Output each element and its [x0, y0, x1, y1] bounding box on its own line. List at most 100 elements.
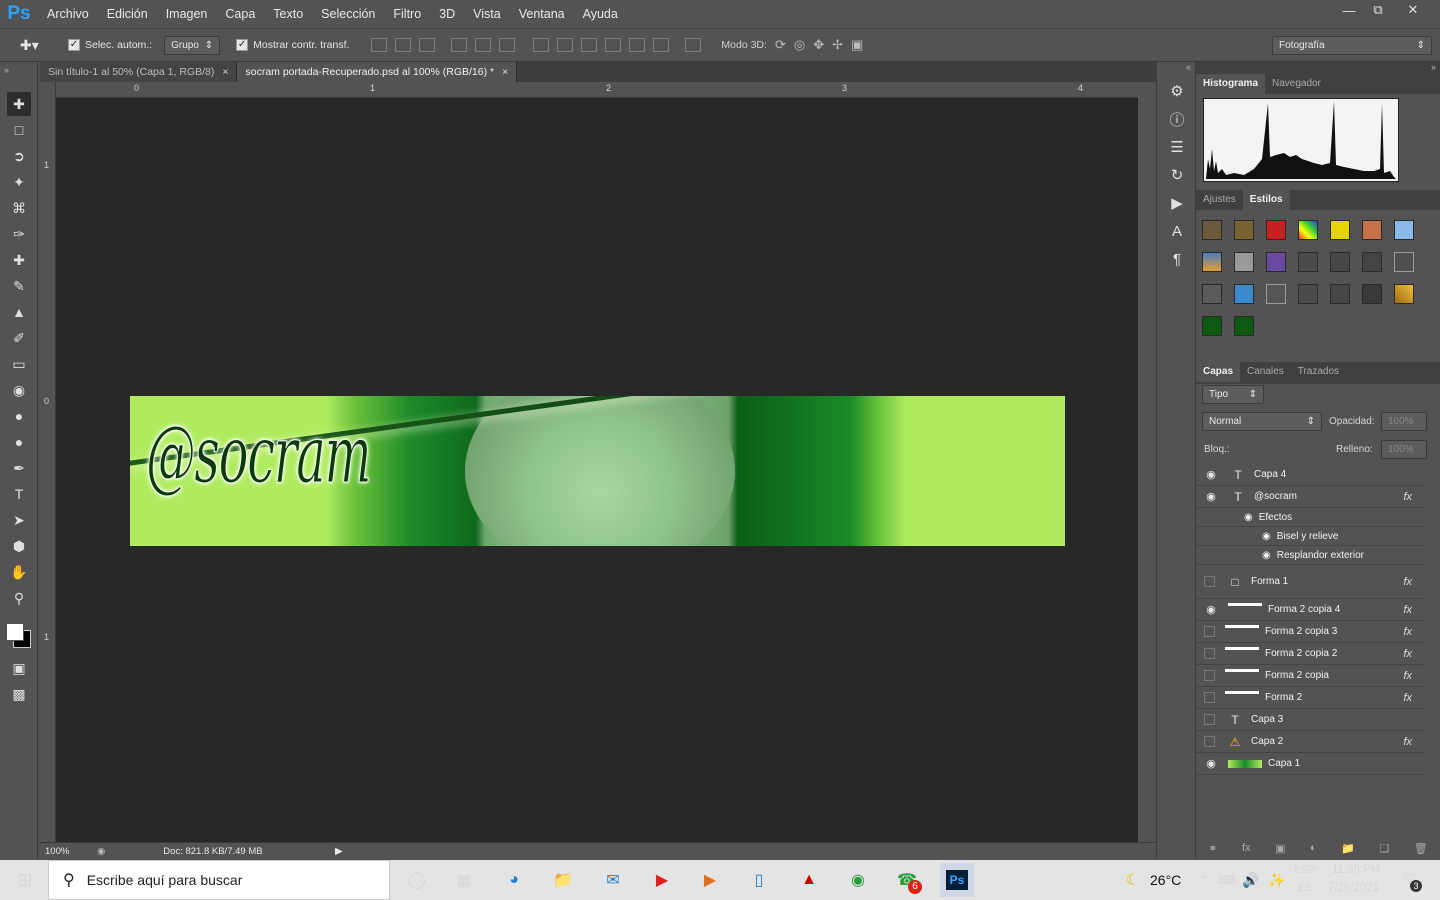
distribute-hcenter-icon[interactable] [629, 38, 646, 52]
link-layers-icon[interactable]: ⚭ [1208, 842, 1217, 859]
cortana-icon[interactable]: ◯ [404, 868, 430, 892]
menu-capa[interactable]: Capa [216, 0, 264, 28]
video-app-icon[interactable]: ▶ [697, 868, 723, 892]
lang-top[interactable]: ESP [1294, 864, 1316, 876]
style-swatch[interactable] [1266, 284, 1286, 304]
fx-icon[interactable]: fx [1403, 491, 1412, 503]
eye-hidden-icon[interactable] [1204, 648, 1215, 659]
layer-row[interactable]: Forma 2 copia fx [1196, 665, 1424, 687]
move-tool-preset-icon[interactable]: ✚▾ [20, 37, 58, 54]
style-swatch[interactable] [1394, 252, 1414, 272]
add-mask-icon[interactable]: ▣ [1275, 842, 1285, 859]
zoom-level[interactable]: 100% [45, 846, 93, 857]
eye-icon[interactable]: ◉ [1204, 469, 1218, 481]
fx-icon[interactable]: fx [1403, 626, 1412, 638]
eye-icon[interactable]: ◉ [1244, 512, 1253, 523]
align-bottom-icon[interactable] [419, 38, 436, 52]
layer-row[interactable]: ◉ Capa 1 [1196, 753, 1424, 775]
menu-texto[interactable]: Texto [264, 0, 312, 28]
fx-icon[interactable]: fx [1403, 576, 1412, 588]
brush-tool-icon[interactable]: ✎ [7, 274, 31, 298]
new-group-icon[interactable]: 📁 [1341, 842, 1355, 859]
style-swatch[interactable] [1394, 284, 1414, 304]
menu-vista[interactable]: Vista [464, 0, 510, 28]
volume-icon[interactable]: 🔊 [1238, 868, 1264, 892]
style-swatch[interactable] [1298, 252, 1318, 272]
quick-select-tool-icon[interactable]: ✦ [7, 170, 31, 194]
tab-socram-portada[interactable]: socram portada-Recuperado.psd al 100% (R… [237, 62, 518, 82]
tab-navegador[interactable]: Navegador [1265, 74, 1328, 94]
style-swatch[interactable] [1298, 284, 1318, 304]
style-swatch[interactable] [1394, 220, 1414, 240]
close-tab-icon[interactable]: × [222, 66, 228, 78]
clock-time[interactable]: 11:36 PM [1332, 864, 1380, 876]
notifications-icon[interactable]: □ 3 [1396, 868, 1422, 892]
lang-bottom[interactable]: ES [1298, 882, 1313, 894]
scale-3d-icon[interactable]: ▣ [851, 37, 863, 53]
crop-tool-icon[interactable]: ⌘ [7, 196, 31, 220]
effects-row[interactable]: ◉ Efectos [1196, 508, 1424, 527]
fx-icon[interactable]: fx [1403, 692, 1412, 704]
close-window-button[interactable]: ✕ [1397, 0, 1429, 20]
menu-archivo[interactable]: Archivo [38, 0, 98, 28]
layer-row[interactable]: □ Forma 1 fx [1196, 565, 1424, 599]
lasso-tool-icon[interactable]: ➲ [7, 144, 31, 168]
stamp-tool-icon[interactable]: ▲ [7, 300, 31, 324]
menu-ventana[interactable]: Ventana [510, 0, 574, 28]
move-tool-icon[interactable]: ✚ [7, 92, 31, 116]
task-view-icon[interactable]: ▦ [451, 868, 477, 892]
fx-icon[interactable]: fx [1403, 736, 1412, 748]
style-swatch[interactable] [1234, 284, 1254, 304]
history-brush-tool-icon[interactable]: ✐ [7, 326, 31, 350]
mail-icon[interactable]: ✉ [600, 868, 626, 892]
align-hcenter-icon[interactable] [475, 38, 492, 52]
adjustment-layer-icon[interactable]: ◐ [1310, 842, 1317, 859]
layer-row[interactable]: Forma 2 copia 3 fx [1196, 621, 1424, 643]
layer-row[interactable]: T Capa 3 [1196, 709, 1424, 731]
collapse-toolbar-icon[interactable]: » [0, 62, 37, 90]
menu-edicion[interactable]: Edición [98, 0, 157, 28]
photoshop-taskbar-icon[interactable]: Ps [940, 863, 974, 897]
weather-icon[interactable]: ☾ [1120, 868, 1146, 892]
menu-filtro[interactable]: Filtro [384, 0, 430, 28]
eye-hidden-icon[interactable] [1204, 736, 1215, 747]
auto-select-dropdown[interactable]: Grupo ⇕ [164, 35, 221, 55]
color-swatches[interactable] [0, 614, 37, 654]
opacity-field[interactable]: 100% [1381, 412, 1427, 431]
paragraph-panel-icon[interactable]: ¶ [1164, 248, 1190, 270]
style-swatch[interactable] [1330, 284, 1350, 304]
delete-layer-icon[interactable]: 🗑 [1414, 842, 1428, 859]
layer-row[interactable]: Forma 2 fx [1196, 687, 1424, 709]
slide-3d-icon[interactable]: ✢ [832, 37, 843, 53]
layer-row[interactable]: ⚠ Capa 2 fx [1196, 731, 1424, 753]
close-tab-icon[interactable]: × [502, 66, 508, 78]
layer-row[interactable]: ◉ Forma 2 copia 4 fx [1196, 599, 1424, 621]
eye-icon[interactable]: ◉ [1204, 604, 1218, 616]
fill-field[interactable]: 100% [1381, 440, 1427, 459]
style-swatch[interactable] [1266, 220, 1286, 240]
blur-tool-icon[interactable]: ● [7, 404, 31, 428]
align-right-icon[interactable] [499, 38, 516, 52]
eyedropper-tool-icon[interactable]: ✑ [7, 222, 31, 246]
layer-row[interactable]: ◉ T Capa 4 [1196, 464, 1424, 486]
eye-hidden-icon[interactable] [1204, 670, 1215, 681]
wifi-icon[interactable]: ✨ [1264, 868, 1290, 892]
style-swatch[interactable] [1202, 316, 1222, 336]
character-panel-icon[interactable]: A [1164, 220, 1190, 242]
hand-tool-icon[interactable]: ✋ [7, 560, 31, 584]
style-swatch[interactable] [1234, 316, 1254, 336]
style-swatch[interactable] [1330, 220, 1350, 240]
acrobat-icon[interactable]: ▲ [796, 868, 822, 892]
style-swatch[interactable] [1362, 220, 1382, 240]
add-style-icon[interactable]: fx [1242, 842, 1251, 859]
tab-trazados[interactable]: Trazados [1291, 362, 1346, 382]
style-swatch[interactable] [1362, 284, 1382, 304]
drag-3d-icon[interactable]: ✥ [813, 37, 824, 53]
healing-tool-icon[interactable]: ✚ [7, 248, 31, 272]
quick-mask-icon[interactable]: ▣ [7, 656, 31, 680]
menu-ayuda[interactable]: Ayuda [574, 0, 627, 28]
menu-seleccion[interactable]: Selección [312, 0, 384, 28]
phone-app-icon[interactable]: ▯ [746, 868, 772, 892]
shape-tool-icon[interactable]: ⬢ [7, 534, 31, 558]
tab-estilos[interactable]: Estilos [1242, 190, 1290, 210]
